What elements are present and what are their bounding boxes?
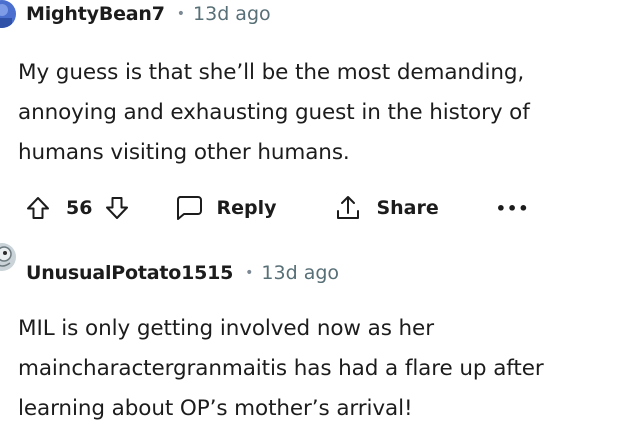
comment-line: MIL is only getting involved now as her [18, 316, 434, 341]
vote-score: 56 [66, 197, 93, 219]
more-options-button[interactable]: ••• [496, 199, 530, 218]
comment-line: humans visiting other humans. [18, 140, 350, 165]
comment-line: annoying and exhausting guest in the his… [18, 100, 530, 125]
comment-bubble-icon [177, 196, 203, 220]
downvote-icon [106, 197, 129, 219]
more-options-icon: ••• [495, 198, 530, 218]
meta-separator: • [245, 265, 254, 281]
upvote-button[interactable] [25, 195, 51, 221]
comment-body: My guess is that she’ll be the most dema… [18, 53, 618, 173]
reply-label: Reply [216, 197, 277, 219]
comment-line: My guess is that she’ll be the most dema… [18, 60, 525, 85]
reply-button[interactable]: Reply [174, 194, 276, 222]
username[interactable]: MightyBean7 [26, 3, 165, 25]
share-button[interactable]: Share [333, 193, 439, 223]
timestamp[interactable]: 13d ago [261, 262, 339, 284]
downvote-button[interactable] [104, 195, 130, 221]
share-label: Share [376, 197, 439, 219]
comment-line: learning about OP’s mother’s arrival! [18, 396, 413, 421]
meta-separator: • [176, 6, 186, 22]
comment-body: MIL is only getting involved now as her … [18, 309, 630, 426]
comment-thread: MightyBean7 • 13d ago My guess is that s… [0, 0, 630, 426]
upvote-icon [27, 197, 49, 219]
timestamp[interactable]: 13d ago [193, 3, 271, 25]
comment-line: maincharactergranmaitis has had a flare … [18, 356, 544, 381]
comment-meta: UnusualPotato1515 • 13d ago [26, 260, 339, 286]
comment-meta: MightyBean7 • 13d ago [26, 1, 271, 27]
comment-actions: 56 Reply Share ••• [25, 189, 529, 227]
avatar[interactable] [0, 243, 16, 271]
share-icon [337, 196, 360, 219]
avatar[interactable] [0, 0, 16, 28]
username[interactable]: UnusualPotato1515 [26, 262, 233, 284]
